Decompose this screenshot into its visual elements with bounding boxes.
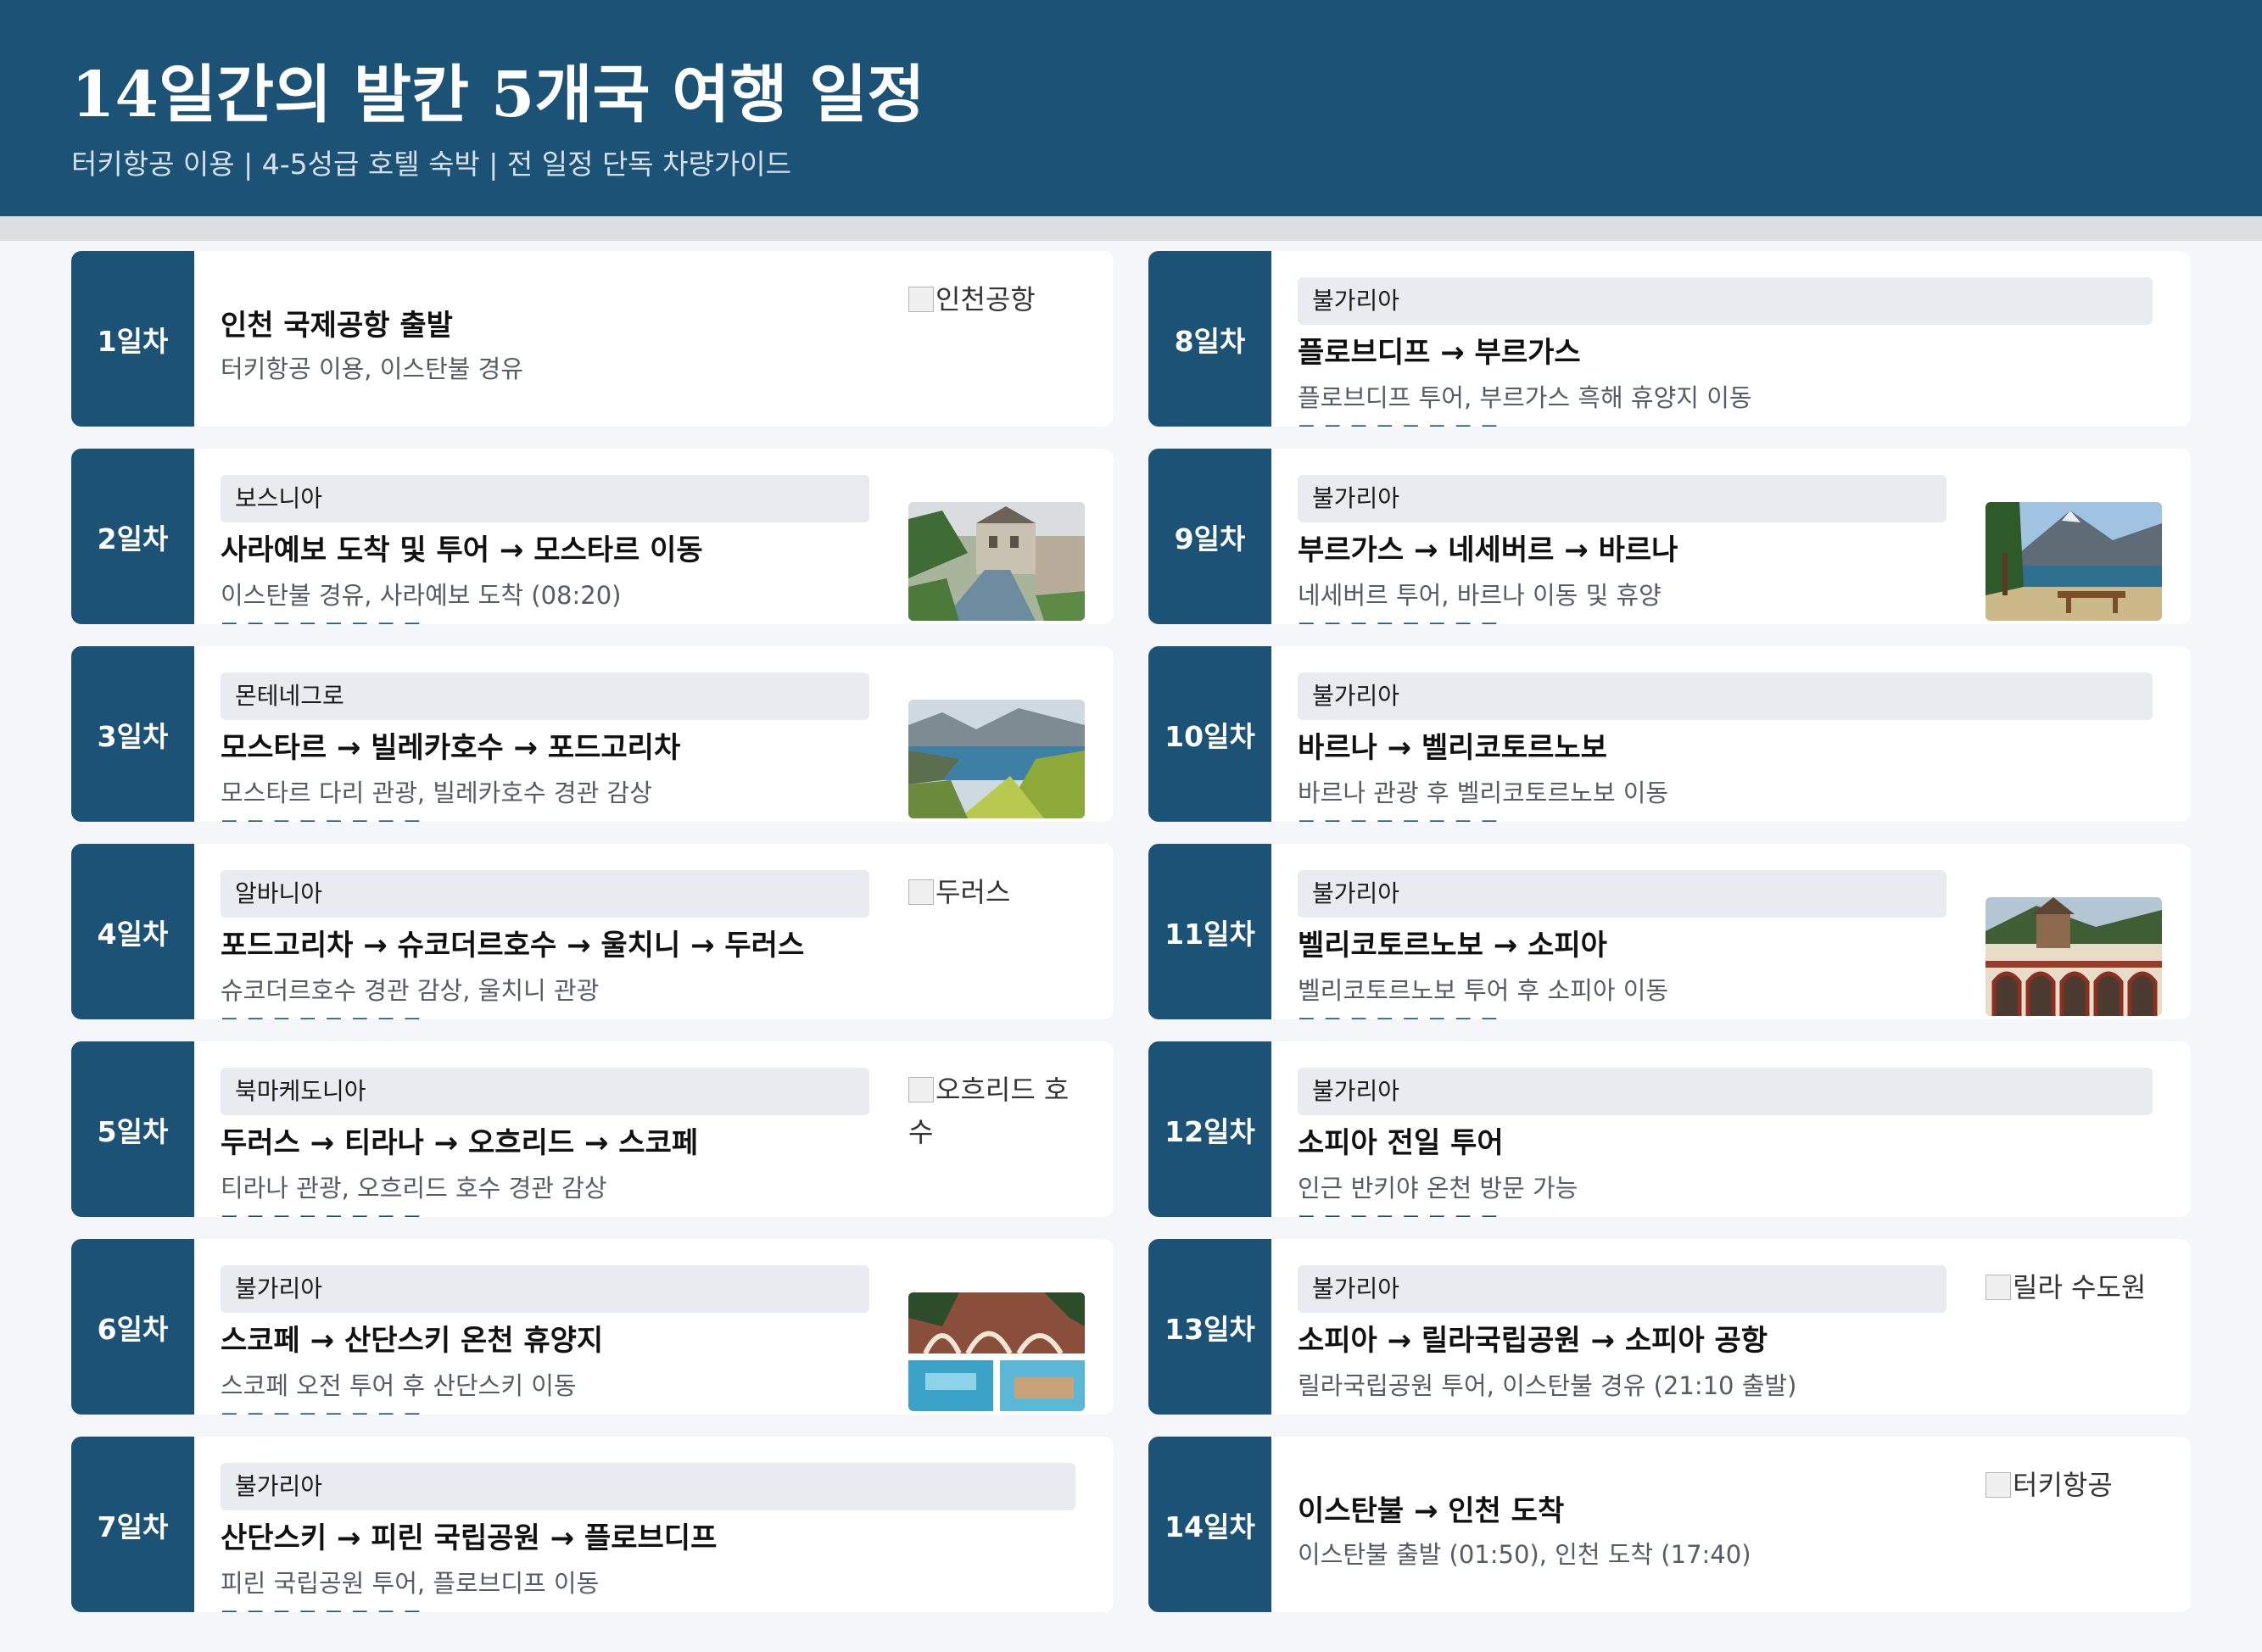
broken-image: 터키항공 (1986, 1464, 2168, 1506)
country-tag: 불가리아 (221, 1463, 1075, 1510)
truncated-text: ▬▬▬▬▬▬▬▬ (221, 1603, 577, 1612)
country-tag: 불가리아 (1298, 1068, 2153, 1115)
destination-photo (1986, 897, 2162, 1016)
country-tag: 불가리아 (1298, 277, 2153, 325)
itinerary-card-day-4: 4일차 알바니아 포드고리차 → 슈코더르호수 → 울치니 → 두러스 슈코더르… (71, 844, 1114, 1019)
day-label: 12일차 (1148, 1041, 1271, 1217)
country-tag: 몬테네그로 (221, 673, 869, 720)
destination-photo (908, 700, 1085, 818)
route-title: 포드고리차 → 슈코더르호수 → 울치니 → 두러스 (221, 929, 805, 963)
itinerary-card-day-2: 2일차 보스니아 사라예보 도착 및 투어 → 모스타르 이동 이스탄불 경유,… (71, 449, 1114, 624)
country-tag: 불가리아 (221, 1265, 869, 1313)
route-title: 산단스키 → 피린 국립공원 → 플로브디프 (221, 1521, 718, 1555)
truncated-text: ▬▬▬▬▬▬▬▬ (1298, 812, 1654, 822)
itinerary-card-day-8: 8일차 불가리아 플로브디프 → 부르가스 플로브디프 투어, 부르가스 흑해 … (1148, 251, 2191, 427)
day-label: 4일차 (71, 844, 194, 1019)
truncated-text: ▬▬▬▬▬▬▬▬ (221, 1405, 577, 1415)
route-description: 스코페 오전 투어 후 산단스키 이동 (221, 1371, 577, 1400)
truncated-text: ▬▬▬▬▬▬▬▬ (1298, 417, 1654, 427)
country-tag: 불가리아 (1298, 1265, 1946, 1313)
truncated-text: ▬▬▬▬▬▬▬▬ (221, 615, 577, 624)
broken-image: 두러스 (908, 871, 1091, 913)
route-title: 바르나 → 벨리코토르노보 (1298, 731, 1607, 765)
route-description: 인근 반키야 온천 방문 가능 (1298, 1174, 1578, 1203)
broken-image-icon (908, 1077, 934, 1102)
day-label: 2일차 (71, 449, 194, 624)
destination-photo (908, 1292, 1085, 1411)
route-title: 스코페 → 산단스키 온천 휴양지 (221, 1324, 604, 1358)
page-header: 14일간의 발칸 5개국 여행 일정 터키항공 이용 | 4-5성급 호텔 숙박… (0, 0, 2262, 216)
broken-image-icon (1986, 1275, 2011, 1300)
route-description: 피린 국립공원 투어, 플로브디프 이동 (221, 1569, 600, 1598)
route-description: 플로브디프 투어, 부르가스 흑해 휴양지 이동 (1298, 383, 1752, 412)
itinerary-card-day-11: 11일차 불가리아 벨리코토르노보 → 소피아 벨리코토르노보 투어 후 소피아… (1148, 844, 2191, 1019)
itinerary-card-day-3: 3일차 몬테네그로 모스타르 → 빌레카호수 → 포드고리차 모스타르 다리 관… (71, 646, 1114, 822)
day-label: 10일차 (1148, 646, 1271, 822)
page-subtitle: 터키항공 이용 | 4-5성급 호텔 숙박 | 전 일정 단독 차량가이드 (71, 148, 791, 181)
route-title: 부르가스 → 네세버르 → 바르나 (1298, 533, 1678, 567)
day-label: 3일차 (71, 646, 194, 822)
itinerary-card-day-13: 13일차 불가리아 소피아 → 릴라국립공원 → 소피아 공항 릴라국립공원 투… (1148, 1239, 2191, 1415)
route-description: 터키항공 이용, 이스탄불 경유 (221, 354, 524, 383)
route-title: 소피아 → 릴라국립공원 → 소피아 공항 (1298, 1324, 1768, 1358)
country-tag: 북마케도니아 (221, 1068, 869, 1115)
broken-image-icon (908, 879, 934, 905)
destination-photo (1986, 502, 2162, 621)
truncated-text: ▬▬▬▬▬▬▬▬ (1298, 615, 1654, 624)
broken-image: 인천공항 (908, 278, 1091, 321)
route-title: 플로브디프 → 부르가스 (1298, 336, 1581, 370)
route-description: 슈코더르호수 경관 감상, 울치니 관광 (221, 976, 600, 1005)
itinerary-card-day-9: 9일차 불가리아 부르가스 → 네세버르 → 바르나 네세버르 투어, 바르나 … (1148, 449, 2191, 624)
header-divider (0, 216, 2262, 241)
truncated-text: ▬▬▬▬▬▬▬▬ (221, 1010, 577, 1019)
country-tag: 불가리아 (1298, 870, 1946, 918)
itinerary-card-day-12: 12일차 불가리아 소피아 전일 투어 인근 반키야 온천 방문 가능 ▬▬▬▬… (1148, 1041, 2191, 1217)
country-tag: 불가리아 (1298, 475, 1946, 522)
day-label: 5일차 (71, 1041, 194, 1217)
broken-image: 오흐리드 호수 (908, 1074, 1070, 1148)
day-label: 1일차 (71, 251, 194, 427)
route-title: 인천 국제공항 출발 (221, 309, 453, 343)
itinerary-card-day-6: 6일차 불가리아 스코페 → 산단스키 온천 휴양지 스코페 오전 투어 후 산… (71, 1239, 1114, 1415)
route-description: 이스탄불 출발 (01:50), 인천 도착 (17:40) (1298, 1540, 1751, 1569)
day-label: 14일차 (1148, 1437, 1271, 1612)
route-title: 모스타르 → 빌레카호수 → 포드고리차 (221, 731, 681, 765)
route-title: 소피아 전일 투어 (1298, 1126, 1504, 1160)
itinerary-card-day-10: 10일차 불가리아 바르나 → 벨리코토르노보 바르나 관광 후 벨리코토르노보… (1148, 646, 2191, 822)
route-title: 벨리코토르노보 → 소피아 (1298, 929, 1607, 963)
broken-image: 릴라 수도원 (1986, 1266, 2168, 1309)
route-title: 사라예보 도착 및 투어 → 모스타르 이동 (221, 533, 703, 567)
itinerary-card-day-1: 1일차 인천 국제공항 출발 터키항공 이용, 이스탄불 경유 인천공항 (71, 251, 1114, 427)
truncated-text: ▬▬▬▬▬▬▬▬ (221, 1208, 577, 1217)
route-title: 두러스 → 티라나 → 오흐리드 → 스코페 (221, 1126, 699, 1160)
route-description: 바르나 관광 후 벨리코토르노보 이동 (1298, 779, 1669, 807)
page-title: 14일간의 발칸 5개국 여행 일정 (71, 59, 925, 131)
itinerary-card-day-5: 5일차 북마케도니아 두러스 → 티라나 → 오흐리드 → 스코페 티라나 관광… (71, 1041, 1114, 1217)
route-description: 릴라국립공원 투어, 이스탄불 경유 (21:10 출발) (1298, 1371, 1797, 1400)
day-label: 11일차 (1148, 844, 1271, 1019)
day-label: 13일차 (1148, 1239, 1271, 1415)
route-description: 모스타르 다리 관광, 빌레카호수 경관 감상 (221, 779, 652, 807)
country-tag: 보스니아 (221, 475, 869, 522)
country-tag: 불가리아 (1298, 673, 2153, 720)
route-title: 이스탄불 → 인천 도착 (1298, 1494, 1565, 1528)
broken-image-icon (1986, 1472, 2011, 1498)
route-description: 티라나 관광, 오흐리드 호수 경관 감상 (221, 1174, 607, 1203)
destination-photo (908, 502, 1085, 621)
truncated-text: ▬▬▬▬▬▬▬▬ (1298, 1208, 1654, 1217)
route-description: 네세버르 투어, 바르나 이동 및 휴양 (1298, 581, 1662, 610)
route-description: 이스탄불 경유, 사라예보 도착 (08:20) (221, 581, 622, 610)
route-description: 벨리코토르노보 투어 후 소피아 이동 (1298, 976, 1669, 1005)
day-label: 6일차 (71, 1239, 194, 1415)
broken-image-icon (908, 287, 934, 312)
truncated-text: ▬▬▬▬▬▬▬▬ (221, 812, 577, 822)
itinerary-card-day-14: 14일차 이스탄불 → 인천 도착 이스탄불 출발 (01:50), 인천 도착… (1148, 1437, 2191, 1612)
day-label: 8일차 (1148, 251, 1271, 427)
country-tag: 알바니아 (221, 870, 869, 918)
day-label: 9일차 (1148, 449, 1271, 624)
truncated-text: ▬▬▬▬▬▬▬▬ (1298, 1010, 1654, 1019)
day-label: 7일차 (71, 1437, 194, 1612)
itinerary-card-day-7: 7일차 불가리아 산단스키 → 피린 국립공원 → 플로브디프 피린 국립공원 … (71, 1437, 1114, 1612)
